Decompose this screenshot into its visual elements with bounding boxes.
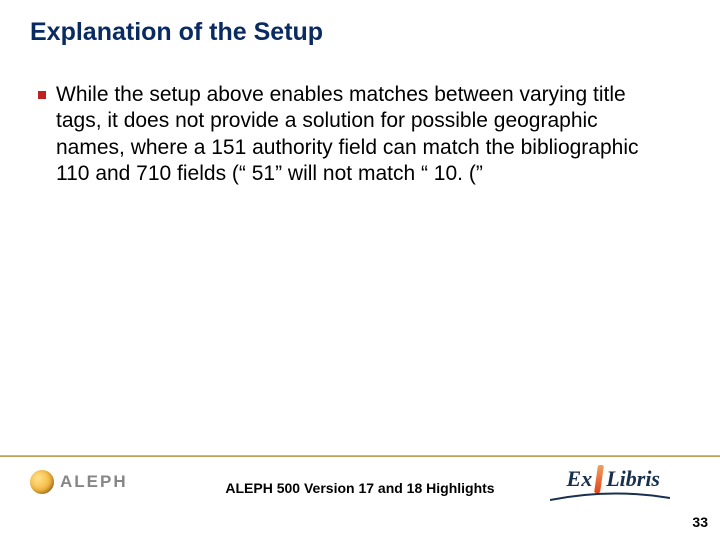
square-bullet-icon (38, 91, 46, 99)
exlibris-text-ex: Ex (567, 466, 593, 492)
exlibris-text-libris: Libris (606, 466, 660, 492)
exlibris-bar-icon (594, 465, 604, 493)
exlibris-logo: Ex Libris (567, 465, 660, 493)
slide-body: While the setup above enables matches be… (38, 82, 660, 187)
slide-title: Explanation of the Setup (30, 18, 690, 47)
slide: Explanation of the Setup While the setup… (0, 0, 720, 540)
swoosh-icon (550, 492, 670, 502)
bullet-text: While the setup above enables matches be… (56, 82, 660, 187)
bullet-item: While the setup above enables matches be… (38, 82, 660, 187)
page-number: 33 (692, 514, 708, 530)
